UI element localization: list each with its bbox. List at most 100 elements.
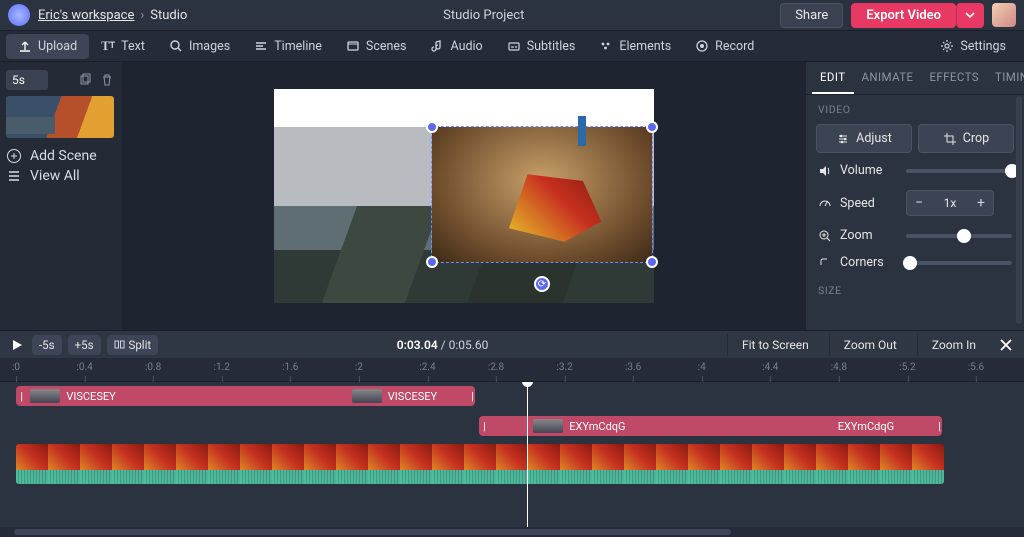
record-icon bbox=[695, 39, 709, 53]
rotate-handle[interactable]: ⟳ bbox=[534, 276, 550, 292]
speed-increase[interactable]: + bbox=[969, 191, 993, 215]
selected-layer[interactable] bbox=[432, 127, 652, 262]
media-frame bbox=[688, 444, 720, 484]
view-all-button[interactable]: View All bbox=[6, 168, 116, 184]
toolbar-label: Upload bbox=[38, 39, 77, 54]
volume-icon bbox=[818, 164, 832, 178]
timeline-clip[interactable]: | VISCESEY VISCESEY | bbox=[16, 386, 475, 406]
list-icon bbox=[6, 168, 22, 184]
clip-thumbnail bbox=[352, 389, 382, 403]
speed-decrease[interactable]: − bbox=[907, 191, 931, 215]
media-frame bbox=[112, 444, 144, 484]
clip-trim-right[interactable]: | bbox=[934, 420, 942, 433]
timeline-button[interactable]: Timeline bbox=[242, 34, 334, 59]
record-button[interactable]: Record bbox=[683, 34, 766, 59]
clip-trim-left[interactable]: | bbox=[479, 420, 487, 433]
export-video-button[interactable]: Export Video bbox=[851, 3, 956, 28]
media-frame bbox=[496, 444, 528, 484]
speed-stepper[interactable]: − 1x + bbox=[906, 190, 994, 216]
media-frame bbox=[464, 444, 496, 484]
fit-to-screen-button[interactable]: Fit to Screen bbox=[727, 334, 823, 356]
timeline-playhead[interactable] bbox=[527, 382, 528, 527]
zoom-out-button[interactable]: Zoom Out bbox=[829, 334, 911, 356]
scene-duration-input[interactable] bbox=[6, 70, 48, 90]
crop-button[interactable]: Crop bbox=[918, 124, 1014, 153]
duplicate-scene-button[interactable] bbox=[76, 71, 94, 89]
add-scene-button[interactable]: Add Scene bbox=[6, 148, 116, 164]
media-frame bbox=[240, 444, 272, 484]
tab-edit[interactable]: EDIT bbox=[812, 62, 854, 94]
resize-handle-br[interactable] bbox=[646, 256, 658, 268]
toolbar-label: Images bbox=[189, 39, 230, 54]
media-frame bbox=[912, 444, 944, 484]
tab-animate[interactable]: ANIMATE bbox=[854, 62, 922, 94]
text-button[interactable]: TT Text bbox=[89, 34, 157, 59]
ruler-tick: :3.2 bbox=[556, 362, 572, 373]
skip-fwd-5s-button[interactable]: +5s bbox=[68, 335, 101, 355]
volume-label: Volume bbox=[840, 163, 882, 178]
ruler-tick: :4 bbox=[698, 362, 706, 373]
gear-icon bbox=[940, 39, 954, 53]
split-button[interactable]: Split bbox=[107, 335, 159, 355]
media-frame bbox=[720, 444, 752, 484]
share-button[interactable]: Share bbox=[780, 3, 843, 28]
zoom-slider[interactable] bbox=[906, 234, 1012, 238]
chevron-right-icon: › bbox=[140, 8, 144, 23]
ruler-tick: :0 bbox=[12, 362, 20, 373]
media-frame bbox=[880, 444, 912, 484]
toolbar: Upload TT Text Images Timeline Scenes Au… bbox=[0, 30, 1024, 62]
adjust-button[interactable]: Adjust bbox=[816, 124, 912, 153]
properties-scrollbar[interactable] bbox=[1016, 96, 1022, 324]
media-frame bbox=[752, 444, 784, 484]
play-button[interactable] bbox=[8, 336, 26, 354]
resize-handle-tl[interactable] bbox=[426, 121, 438, 133]
clip-label: VISCESEY bbox=[66, 390, 115, 403]
audio-icon bbox=[430, 39, 444, 53]
project-title: Studio Project bbox=[195, 8, 772, 23]
clip-trim-left[interactable]: | bbox=[16, 390, 24, 403]
media-track[interactable] bbox=[16, 444, 944, 484]
audio-button[interactable]: Audio bbox=[418, 34, 494, 59]
media-frame bbox=[848, 444, 880, 484]
canvas-area[interactable]: ⟳ bbox=[122, 62, 806, 330]
settings-button[interactable]: Settings bbox=[928, 34, 1018, 59]
skip-back-5s-button[interactable]: -5s bbox=[32, 335, 62, 355]
view-all-label: View All bbox=[30, 168, 80, 184]
elements-button[interactable]: Elements bbox=[587, 34, 683, 59]
scenes-button[interactable]: Scenes bbox=[334, 34, 419, 59]
subtitles-button[interactable]: Subtitles bbox=[495, 34, 588, 59]
subtitles-icon bbox=[507, 39, 521, 53]
tab-timing[interactable]: TIMING bbox=[987, 62, 1024, 94]
tab-effects[interactable]: EFFECTS bbox=[921, 62, 987, 94]
ruler-tick: :1.6 bbox=[282, 362, 298, 373]
timeline-scrollbar[interactable] bbox=[0, 527, 1024, 537]
delete-scene-button[interactable] bbox=[98, 71, 116, 89]
timeline-ruler[interactable]: :0:0.4:0.8:1.2:1.6:2:2.4:2.8:3.2:3.6:4:4… bbox=[0, 358, 1024, 382]
media-frame bbox=[272, 444, 304, 484]
media-frame bbox=[144, 444, 176, 484]
resize-handle-tr[interactable] bbox=[646, 121, 658, 133]
resize-handle-bl[interactable] bbox=[426, 256, 438, 268]
breadcrumb: Eric's workspace › Studio bbox=[38, 8, 187, 23]
video-canvas[interactable]: ⟳ bbox=[274, 89, 654, 303]
scene-thumbnail[interactable] bbox=[6, 96, 114, 138]
zoom-in-button[interactable]: Zoom In bbox=[917, 334, 990, 356]
media-frame bbox=[336, 444, 368, 484]
timeline-tracks[interactable]: | VISCESEY VISCESEY | | EXYmCdqG EXYmCdq… bbox=[0, 382, 1024, 527]
adjust-label: Adjust bbox=[856, 131, 892, 146]
timeline-clip[interactable]: | EXYmCdqG EXYmCdqG | bbox=[479, 416, 942, 436]
ruler-tick: :5.6 bbox=[968, 362, 984, 373]
images-button[interactable]: Images bbox=[157, 34, 242, 59]
export-options-button[interactable] bbox=[956, 3, 984, 28]
volume-slider[interactable] bbox=[906, 169, 1012, 173]
breadcrumb-workspace[interactable]: Eric's workspace bbox=[38, 8, 134, 23]
media-frame bbox=[48, 444, 80, 484]
upload-button[interactable]: Upload bbox=[6, 34, 89, 59]
speed-value: 1x bbox=[931, 196, 969, 210]
user-avatar[interactable] bbox=[992, 3, 1016, 27]
ruler-tick: :4.4 bbox=[762, 362, 778, 373]
crop-icon bbox=[943, 132, 957, 146]
corners-slider[interactable] bbox=[906, 261, 1012, 265]
clip-trim-right[interactable]: | bbox=[467, 390, 475, 403]
close-timeline-button[interactable] bbox=[996, 335, 1016, 355]
